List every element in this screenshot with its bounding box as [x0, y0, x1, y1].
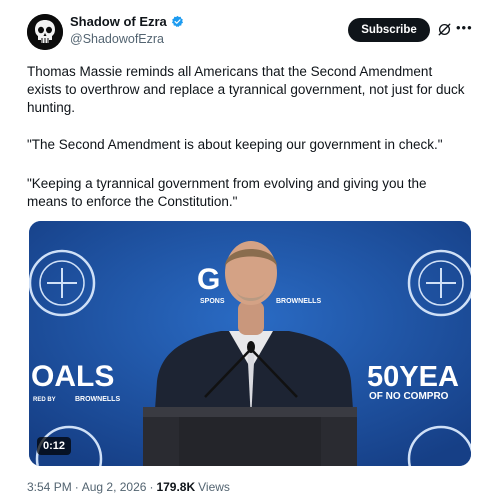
more-horizontal-icon[interactable]: ••• — [456, 20, 474, 36]
author-name[interactable]: Shadow of Ezra — [70, 14, 167, 29]
post-text-paragraph: "The Second Amendment is about keeping o… — [27, 137, 443, 152]
views-count: 179.8K — [156, 480, 196, 494]
backdrop-banner-right: 50YEA — [367, 361, 459, 393]
views-label: Views — [198, 480, 230, 494]
post-card: Shadow of Ezra @ShadowofEzra Subscribe •… — [0, 0, 495, 500]
backdrop-sub-right-bottom: OF NO COMPRO — [369, 391, 449, 402]
post-time[interactable]: 3:54 PM — [27, 480, 72, 494]
author-block: Shadow of Ezra @ShadowofEzra — [70, 14, 184, 46]
post-text-paragraph: Thomas Massie reminds all Americans that… — [27, 64, 465, 115]
author-name-row: Shadow of Ezra — [70, 14, 184, 29]
avatar[interactable] — [27, 14, 63, 50]
meta-separator: · — [149, 480, 154, 494]
video-duration-badge: 0:12 — [37, 437, 72, 455]
backdrop-sub-left: SPONS — [200, 298, 225, 305]
post-text-paragraph: "Keeping a tyrannical government from ev… — [27, 176, 427, 209]
backdrop-sub-left-bottom: RED BY — [33, 397, 56, 403]
backdrop-banner-left: OALS — [31, 360, 114, 393]
video-frame: G LS SPONS BROWNELLS OALS RED BY BROWNEL… — [29, 221, 471, 466]
subscribe-button[interactable]: Subscribe — [348, 18, 430, 42]
podium — [143, 407, 357, 466]
post-date[interactable]: Aug 2, 2026 — [82, 480, 147, 494]
gun-owners-seal-left — [29, 249, 96, 317]
backdrop-sub-right: BROWNELLS — [276, 298, 321, 305]
post-meta: 3:54 PM · Aug 2, 2026 · 179.8K Views — [27, 480, 230, 494]
punisher-skull-icon — [27, 14, 63, 50]
video-player[interactable]: G LS SPONS BROWNELLS OALS RED BY BROWNEL… — [29, 221, 471, 466]
grok-icon[interactable] — [437, 22, 452, 37]
meta-separator: · — [74, 480, 79, 494]
verified-badge-icon — [171, 15, 183, 28]
backdrop-sponsor-left: BROWNELLS — [75, 396, 120, 403]
author-handle[interactable]: @ShadowofEzra — [70, 32, 184, 46]
